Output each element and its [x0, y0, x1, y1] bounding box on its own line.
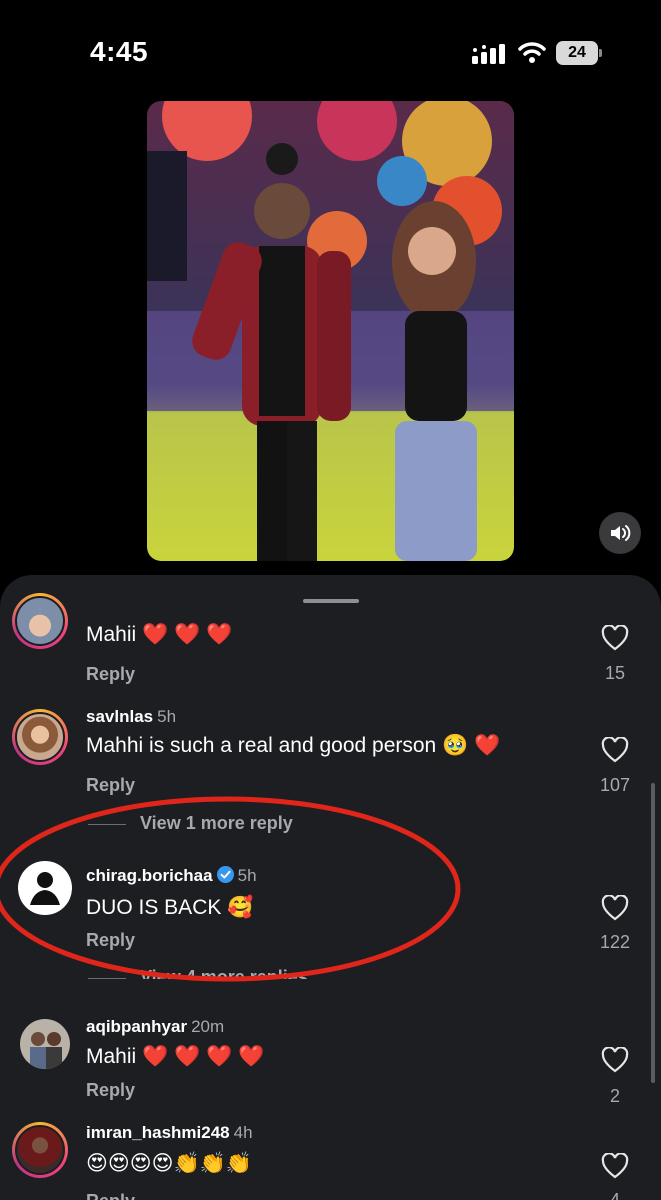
- reply-button[interactable]: Reply: [86, 930, 135, 951]
- like-count: 2: [609, 1086, 620, 1106]
- like-count: 4: [609, 1190, 620, 1200]
- comment-meta: chirag.borichaa 5h: [86, 866, 257, 886]
- avatar[interactable]: [12, 593, 68, 649]
- video-frame: [147, 101, 514, 561]
- reply-button[interactable]: Reply: [86, 1080, 135, 1101]
- reply-button[interactable]: Reply: [86, 1191, 135, 1200]
- like-count: 107: [599, 775, 631, 795]
- comment-text: 😍😍😍😍👏👏👏: [86, 1152, 253, 1175]
- comment-text: DUO IS BACK 🥰: [86, 896, 254, 919]
- like-count: 15: [604, 663, 626, 683]
- comments-sheet[interactable]: Mahii ❤️ ❤️ ❤️ Reply 15 savlnlas 5h Mahhi…: [0, 575, 661, 1200]
- username-link[interactable]: imran_hashmi248: [86, 1123, 230, 1142]
- status-bar: 4:45 24: [0, 0, 661, 100]
- comment-text: Mahii ❤️ ❤️ ❤️ ❤️: [86, 1045, 265, 1068]
- avatar[interactable]: [18, 861, 72, 915]
- sound-toggle-button[interactable]: [599, 512, 641, 554]
- comment-age: 20m: [191, 1017, 225, 1036]
- view-more-replies-button[interactable]: View 4 more replies: [88, 967, 308, 979]
- comment-text: Mahhi is such a real and good person 🥹 ❤…: [86, 734, 501, 757]
- comment-meta: aqibpanhyar 20m: [86, 1017, 224, 1037]
- heart-icon[interactable]: [601, 625, 629, 651]
- heart-icon[interactable]: [601, 737, 629, 763]
- avatar[interactable]: [12, 709, 68, 765]
- verified-badge-icon: [216, 866, 234, 883]
- like-count: 122: [599, 932, 631, 952]
- avatar[interactable]: [12, 1122, 68, 1178]
- status-time: 4:45: [90, 36, 149, 67]
- reel-video[interactable]: [147, 101, 514, 561]
- comment-meta: savlnlas 5h: [86, 707, 176, 727]
- battery-icon: 24: [556, 41, 602, 65]
- heart-icon[interactable]: [601, 1047, 629, 1073]
- heart-icon[interactable]: [601, 1153, 629, 1179]
- speaker-icon: [611, 525, 631, 541]
- view-more-replies-button[interactable]: View 1 more reply: [88, 813, 293, 834]
- username-link[interactable]: savlnlas: [86, 707, 153, 726]
- reply-button[interactable]: Reply: [86, 775, 135, 796]
- cellular-signal-icon: [472, 44, 505, 64]
- reply-button[interactable]: Reply: [86, 664, 135, 685]
- comment-meta: imran_hashmi248 4h: [86, 1123, 253, 1143]
- comment-text: Mahii ❤️ ❤️ ❤️: [86, 623, 233, 646]
- avatar[interactable]: [20, 1019, 70, 1069]
- comment-age: 5h: [157, 707, 177, 726]
- view-more-label: View 1 more reply: [140, 813, 293, 833]
- heart-icon[interactable]: [601, 895, 629, 921]
- battery-level: 24: [556, 41, 598, 65]
- comment-age: 4h: [233, 1123, 253, 1142]
- wifi-icon: [518, 42, 546, 63]
- sheet-drag-handle[interactable]: [303, 599, 359, 603]
- scrollbar[interactable]: [651, 783, 655, 1083]
- username-link[interactable]: aqibpanhyar: [86, 1017, 187, 1036]
- view-more-label: View 4 more replies: [140, 967, 308, 979]
- comment-age: 5h: [237, 866, 257, 885]
- username-link[interactable]: chirag.borichaa: [86, 866, 213, 885]
